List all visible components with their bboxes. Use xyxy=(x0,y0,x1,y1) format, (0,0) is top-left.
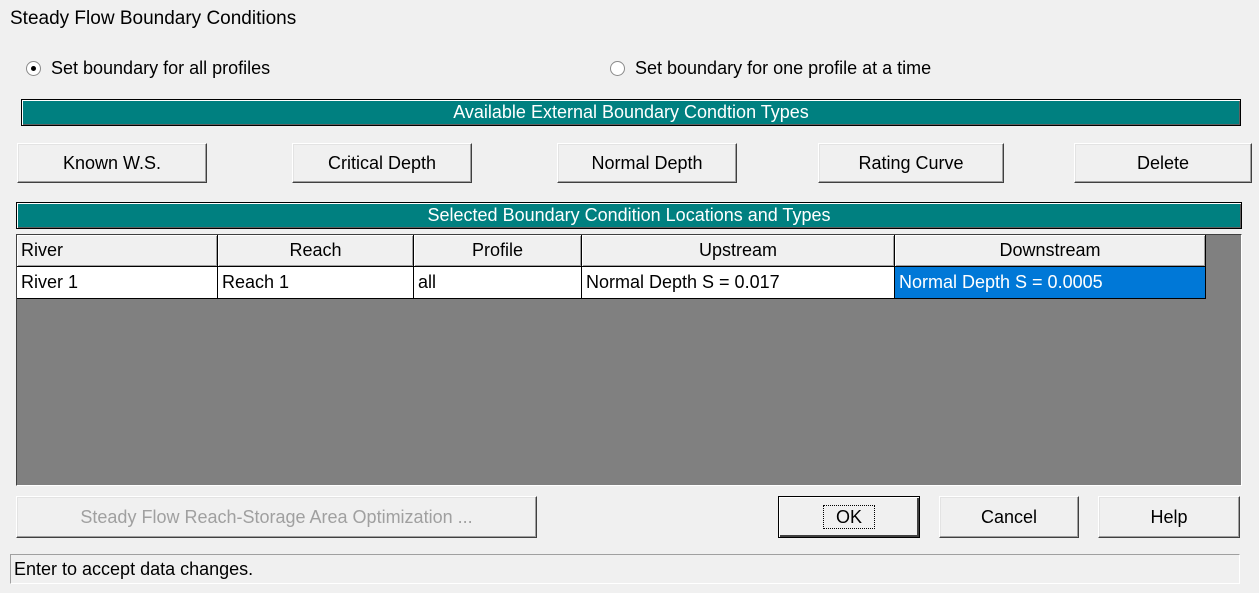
column-header-reach[interactable]: Reach xyxy=(218,235,414,267)
selected-locations-header: Selected Boundary Condition Locations an… xyxy=(16,202,1242,229)
optimization-button[interactable]: Steady Flow Reach-Storage Area Optimizat… xyxy=(16,496,537,538)
cell-river[interactable]: River 1 xyxy=(17,267,218,299)
critical-depth-button[interactable]: Critical Depth xyxy=(292,143,472,183)
help-button[interactable]: Help xyxy=(1098,496,1240,538)
delete-button[interactable]: Delete xyxy=(1074,143,1252,183)
rating-curve-button[interactable]: Rating Curve xyxy=(818,143,1004,183)
cell-reach[interactable]: Reach 1 xyxy=(218,267,414,299)
cell-downstream[interactable]: Normal Depth S = 0.0005 xyxy=(895,267,1206,299)
cancel-button[interactable]: Cancel xyxy=(939,496,1079,538)
available-types-header: Available External Boundary Condtion Typ… xyxy=(21,99,1241,126)
radio-one-profile[interactable]: Set boundary for one profile at a time xyxy=(610,58,931,79)
radio-one-profile-label: Set boundary for one profile at a time xyxy=(635,58,932,78)
radio-unchecked-icon[interactable] xyxy=(610,61,625,76)
radio-all-profiles-label: Set boundary for all profiles xyxy=(51,58,271,78)
known-ws-button[interactable]: Known W.S. xyxy=(17,143,207,183)
grid-header-row: River Reach Profile Upstream Downstream xyxy=(17,235,1206,267)
column-header-profile[interactable]: Profile xyxy=(414,235,582,267)
normal-depth-button[interactable]: Normal Depth xyxy=(557,143,737,183)
radio-checked-icon[interactable] xyxy=(26,61,41,76)
cell-upstream[interactable]: Normal Depth S = 0.017 xyxy=(582,267,895,299)
ok-button[interactable]: OK xyxy=(778,496,920,538)
window-title: Steady Flow Boundary Conditions xyxy=(10,8,297,29)
column-header-upstream[interactable]: Upstream xyxy=(582,235,895,267)
table-row[interactable]: River 1 Reach 1 all Normal Depth S = 0.0… xyxy=(17,267,1206,299)
column-header-river[interactable]: River xyxy=(17,235,218,267)
boundary-grid[interactable]: River Reach Profile Upstream Downstream … xyxy=(16,234,1242,486)
ok-button-label: OK xyxy=(822,505,875,529)
status-bar: Enter to accept data changes. xyxy=(10,554,1240,584)
cell-profile[interactable]: all xyxy=(414,267,582,299)
radio-all-profiles[interactable]: Set boundary for all profiles xyxy=(26,58,270,79)
column-header-downstream[interactable]: Downstream xyxy=(895,235,1206,267)
